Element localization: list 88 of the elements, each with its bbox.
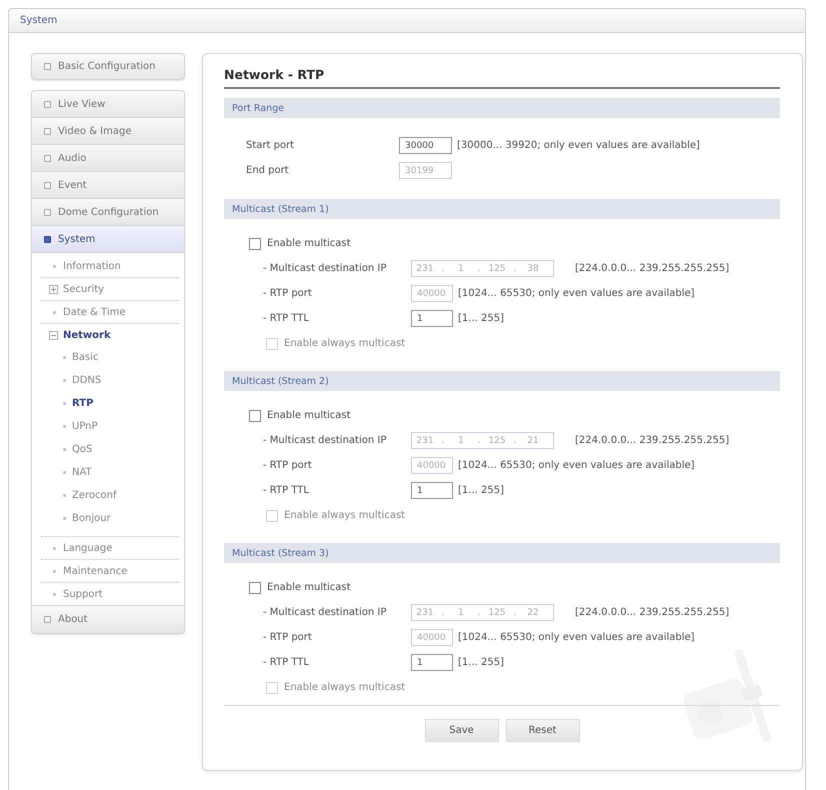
checkbox-label: Enable always multicast: [284, 338, 406, 349]
nav-subitem[interactable]: Date & Time: [41, 301, 179, 323]
nav-subitem[interactable]: Maintenance: [41, 560, 179, 582]
square-icon: [44, 63, 51, 70]
nav-link[interactable]: QoS: [41, 438, 179, 461]
checkbox-label: Enable multicast: [267, 582, 351, 593]
number-field[interactable]: 1: [411, 310, 453, 327]
save-button[interactable]: Save: [424, 719, 498, 742]
bullet-icon: [63, 402, 66, 405]
checkbox[interactable]: [249, 410, 261, 422]
collapse-icon[interactable]: [49, 330, 58, 340]
section-header: Multicast (Stream 2): [224, 371, 780, 391]
bullet-icon: [63, 425, 66, 428]
reset-button[interactable]: Reset: [506, 719, 580, 742]
field-label: - RTP port: [263, 288, 313, 299]
section-header: Multicast (Stream 1): [224, 199, 780, 219]
field-label: - RTP TTL: [263, 657, 310, 668]
field-label: - RTP TTL: [263, 485, 310, 496]
section-header: Multicast (Stream 3): [224, 543, 780, 563]
nav-subitem[interactable]: Support: [41, 583, 179, 605]
range-hint: [1024... 65530; only even values are available]: [458, 288, 695, 299]
nav-item[interactable]: Basic Configuration: [31, 53, 185, 80]
nav-subitem[interactable]: Language: [41, 537, 179, 559]
nav-link[interactable]: NAT: [41, 461, 179, 484]
square-icon: [44, 182, 51, 188]
square-icon: [44, 128, 51, 134]
bullet-icon: [63, 471, 66, 474]
number-field[interactable]: 1: [411, 654, 453, 671]
field-label: - RTP TTL: [263, 313, 310, 324]
nav-item[interactable]: Video & Image: [32, 118, 184, 145]
nav-item[interactable]: About: [32, 606, 184, 633]
nav-link[interactable]: Basic: [41, 346, 179, 369]
nav-link[interactable]: RTP: [41, 392, 179, 415]
expand-icon[interactable]: [49, 284, 58, 294]
checkbox-label: Enable multicast: [267, 238, 351, 249]
bullet-icon: [53, 570, 56, 572]
field-label: - Multicast destination IP: [263, 435, 388, 446]
checkbox[interactable]: [249, 582, 261, 594]
header-title: System: [20, 15, 58, 26]
field-label: End port: [246, 165, 290, 176]
bullet-icon: [63, 379, 66, 382]
checkbox-label: Enable always multicast: [284, 682, 406, 693]
nav-link[interactable]: DDNS: [41, 369, 179, 392]
range-hint: [1024... 65530; only even values are available]: [458, 632, 695, 643]
range-hint: [1... 255]: [458, 485, 504, 496]
field-label: - Multicast destination IP: [263, 263, 388, 274]
nav-link[interactable]: Bonjour: [41, 507, 179, 530]
field-label: Start port: [246, 140, 296, 151]
range-hint: [224.0.0.0... 239.255.255.255]: [575, 435, 730, 446]
number-field[interactable]: 1: [411, 482, 453, 499]
nav-item[interactable]: Dome Configuration: [32, 199, 184, 226]
bullet-icon: [63, 356, 66, 359]
range-hint: [1024... 65530; only even values are available]: [458, 460, 695, 471]
range-hint: [1... 255]: [458, 313, 504, 324]
nav-link[interactable]: Zeroconf: [41, 484, 179, 507]
bullet-icon: [53, 264, 56, 268]
range-hint: [30000... 39920; only even values are available]: [457, 140, 700, 151]
checkbox-label: Enable multicast: [267, 410, 351, 421]
square-icon: [44, 236, 51, 242]
bullet-icon: [63, 448, 66, 451]
nav-subitem[interactable]: Network: [41, 324, 179, 346]
bullet-icon: [53, 592, 56, 596]
square-icon: [44, 154, 51, 162]
nav-link[interactable]: UPnP: [41, 415, 179, 438]
range-hint: [224.0.0.0... 239.255.255.255]: [575, 607, 730, 618]
bullet-icon: [53, 546, 56, 550]
field-label: - Multicast destination IP: [263, 607, 388, 618]
nav-item[interactable]: Live View: [32, 91, 184, 118]
nav-subitem[interactable]: Security: [41, 278, 179, 300]
bullet-icon: [53, 310, 56, 314]
nav-item[interactable]: System: [32, 226, 184, 253]
square-icon: [44, 616, 51, 623]
square-icon: [44, 100, 51, 108]
checkbox[interactable]: [249, 238, 261, 250]
nav-subitem[interactable]: Information: [41, 255, 179, 277]
section-header: Port Range: [224, 98, 780, 118]
page-title: Network - RTP: [224, 54, 780, 89]
bullet-icon: [63, 517, 66, 520]
number-field[interactable]: 30000: [399, 137, 452, 154]
square-icon: [44, 208, 51, 216]
field-label: - RTP port: [263, 460, 313, 471]
range-hint: [224.0.0.0... 239.255.255.255]: [575, 263, 730, 274]
field-label: - RTP port: [263, 632, 313, 643]
bullet-icon: [63, 494, 66, 497]
checkbox-label: Enable always multicast: [284, 510, 406, 521]
nav-item[interactable]: Event: [32, 172, 184, 199]
range-hint: [1... 255]: [458, 657, 504, 668]
nav-item[interactable]: Audio: [32, 145, 184, 172]
